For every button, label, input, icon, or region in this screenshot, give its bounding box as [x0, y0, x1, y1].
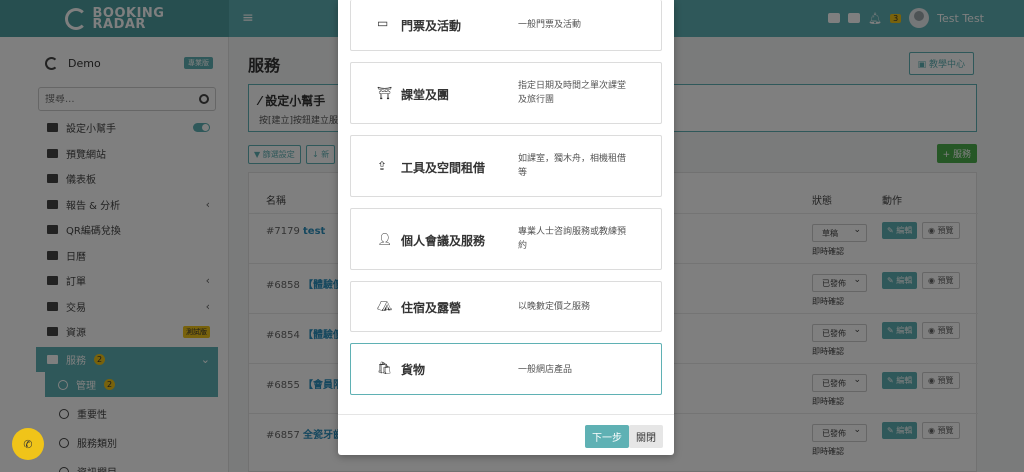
option-tickets-events[interactable]: ▭ 門票及活動 一般門票及活動	[350, 0, 662, 51]
whatsapp-chat-button[interactable]: ✆	[12, 428, 44, 460]
option-lodging-camping[interactable]: ⛺︎ 住宿及露營 以晚數定價之服務	[350, 281, 662, 332]
service-type-modal: ▭ 門票及活動 一般門票及活動 ⛩︎ 課堂及團 指定日期及時間之單次課堂及旅行團…	[338, 0, 674, 455]
torii-icon: ⛩︎	[377, 86, 393, 100]
ticket-icon: ▭	[377, 16, 389, 30]
option-classes-tours[interactable]: ⛩︎ 課堂及團 指定日期及時間之單次課堂及旅行團	[350, 62, 662, 124]
option-goods[interactable]: 🛍︎ 貨物 一般網店產品	[350, 343, 662, 395]
tent-icon: ⛺︎	[377, 299, 393, 313]
option-tool-space-rental[interactable]: ⇪ 工具及空間租借 如課室，獨木舟，相機租借等	[350, 135, 662, 197]
person-icon: 👤︎	[377, 232, 393, 246]
whatsapp-icon: ✆	[23, 437, 33, 451]
option-personal-meetings[interactable]: 👤︎ 個人會議及服務 專業人士咨詢服務或教練預約	[350, 208, 662, 270]
shopping-bag-icon: 🛍︎	[377, 361, 393, 375]
modal-footer: 下一步 關閉	[338, 414, 674, 455]
tool-rental-icon: ⇪	[377, 159, 388, 173]
close-button[interactable]: 關閉	[629, 425, 663, 448]
next-button[interactable]: 下一步	[585, 425, 629, 448]
